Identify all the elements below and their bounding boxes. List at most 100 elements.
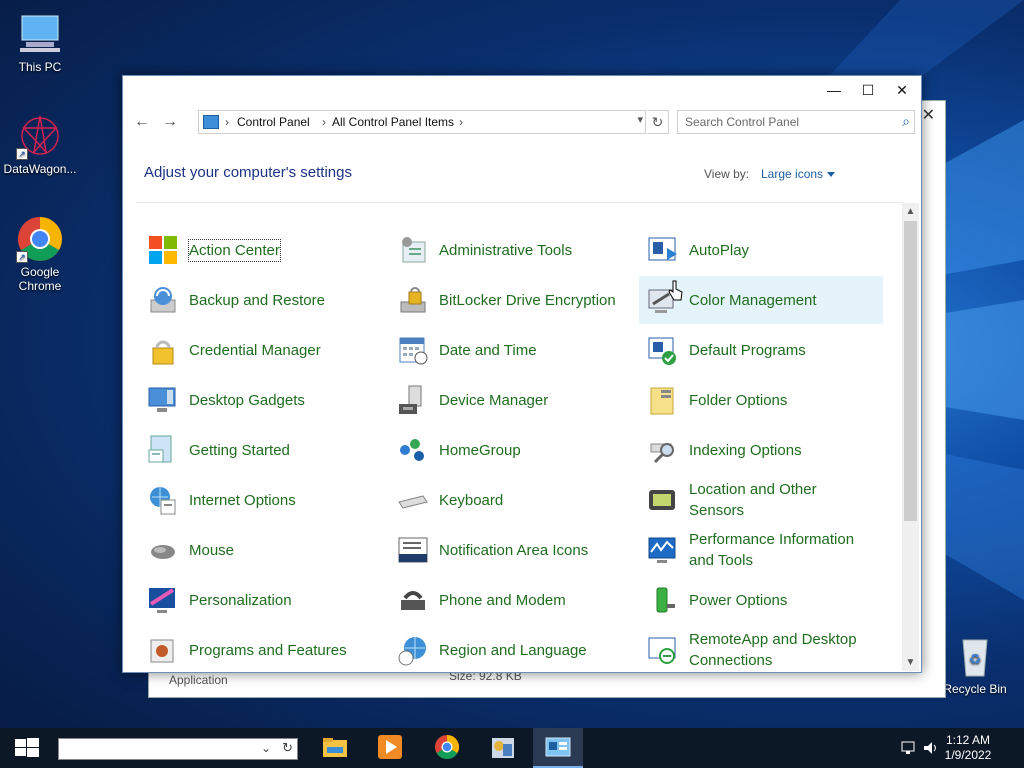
chrome-icon	[435, 735, 460, 760]
scroll-up-button[interactable]: ▲	[902, 203, 919, 220]
item-desktop-gadgets[interactable]: Desktop Gadgets	[139, 376, 383, 424]
view-by-value: Large icons	[761, 167, 824, 181]
item-default-programs[interactable]: Default Programs	[639, 326, 883, 374]
item-credential-manager[interactable]: Credential Manager	[139, 326, 383, 374]
item-backup-restore[interactable]: Backup and Restore	[139, 276, 383, 324]
item-personalization[interactable]: Personalization	[139, 576, 383, 624]
item-phone-modem[interactable]: Phone and Modem	[389, 576, 633, 624]
programs-features-icon	[147, 634, 179, 666]
item-administrative-tools[interactable]: Administrative Tools	[389, 226, 633, 274]
item-label: Internet Options	[189, 491, 296, 509]
app-type-text: Application	[169, 673, 228, 687]
control-panel-window[interactable]: — ☐ ✕ ← → › Control Panel › All Control …	[122, 75, 922, 673]
breadcrumb-all-items[interactable]: All Control Panel Items	[332, 115, 454, 129]
action-center-icon	[147, 234, 179, 266]
item-notification-area-icons[interactable]: Notification Area Icons	[389, 526, 633, 574]
item-location-sensors[interactable]: Location and Other Sensors	[639, 476, 883, 524]
vertical-scrollbar[interactable]: ▲ ▼	[902, 203, 919, 671]
item-keyboard[interactable]: Keyboard	[389, 476, 633, 524]
item-bitlocker[interactable]: BitLocker Drive Encryption	[389, 276, 633, 324]
item-performance[interactable]: Performance Information and Tools	[639, 526, 883, 574]
item-label: Action Center	[188, 238, 281, 262]
backup-restore-icon	[147, 284, 179, 316]
item-indexing-options[interactable]: Indexing Options	[639, 426, 883, 474]
network-icon[interactable]	[900, 740, 918, 756]
breadcrumb-control-panel[interactable]: Control Panel	[237, 115, 310, 129]
start-button[interactable]	[0, 728, 54, 768]
minimize-button[interactable]: —	[817, 76, 851, 104]
chevron-down-icon[interactable]: ▾	[637, 113, 643, 126]
media-player-icon	[378, 735, 402, 759]
item-label: Indexing Options	[689, 441, 802, 459]
windows-logo-icon	[15, 738, 39, 757]
chrome-icon: ↗	[16, 215, 64, 263]
taskbar-chrome[interactable]	[422, 728, 472, 768]
internet-options-icon	[147, 484, 179, 516]
search-input[interactable]: Search Control Panel ⌕	[677, 110, 915, 134]
taskbar-file-explorer[interactable]	[310, 728, 360, 768]
refresh-icon[interactable]: ↻	[282, 740, 293, 756]
autoplay-icon	[647, 234, 679, 266]
taskbar-app[interactable]	[478, 728, 528, 768]
item-programs-features[interactable]: Programs and Features	[139, 626, 383, 670]
taskbar-control-panel[interactable]	[533, 728, 583, 768]
item-label: Backup and Restore	[189, 291, 325, 309]
taskbar-search-input[interactable]: ⌄ ↻	[58, 738, 298, 760]
item-internet-options[interactable]: Internet Options	[139, 476, 383, 524]
close-button[interactable]: ✕	[885, 76, 919, 104]
datawagon-icon: ↗	[16, 112, 64, 160]
back-button[interactable]: ←	[131, 112, 153, 132]
item-action-center[interactable]: Action Center	[139, 226, 383, 274]
view-by-dropdown[interactable]: Large icons	[761, 167, 836, 181]
svg-text:♻: ♻	[969, 651, 982, 667]
item-label: Keyboard	[439, 491, 504, 509]
item-device-manager[interactable]: Device Manager	[389, 376, 633, 424]
item-label: Administrative Tools	[439, 241, 573, 259]
divider	[137, 202, 903, 203]
item-label: RemoteApp and Desktop Connections	[689, 631, 857, 669]
recycle-bin-icon: ♻	[951, 632, 999, 680]
address-bar[interactable]: › Control Panel › All Control Panel Item…	[198, 110, 646, 134]
item-mouse[interactable]: Mouse	[139, 526, 383, 574]
desktop-icon-recycle-bin[interactable]: ♻ Recycle Bin	[935, 632, 1015, 696]
desktop-icon-this-pc[interactable]: This PC	[0, 10, 80, 74]
item-label: Phone and Modem	[439, 591, 566, 609]
desktop-icon-datawagon[interactable]: ↗ DataWagon...	[0, 112, 80, 176]
clock-time: 1:12 AM	[945, 733, 991, 747]
refresh-button[interactable]: ↻	[647, 110, 669, 134]
scroll-down-button[interactable]: ▼	[902, 654, 919, 671]
title-bar[interactable]: — ☐ ✕	[123, 76, 921, 104]
device-manager-icon	[397, 384, 429, 416]
item-label: BitLocker Drive Encryption	[439, 291, 616, 309]
item-power-options[interactable]: Power Options	[639, 576, 883, 624]
item-label: Default Programs	[689, 341, 806, 359]
file-explorer-icon	[323, 738, 347, 757]
desktop-icon-label: This PC	[18, 60, 62, 74]
item-label: Power Options	[689, 591, 788, 609]
desktop-icon-google-chrome[interactable]: ↗ Google Chrome	[0, 215, 80, 293]
chevron-right-icon[interactable]: ›	[459, 115, 463, 129]
item-label: Region and Language	[439, 641, 587, 659]
item-remoteapp[interactable]: RemoteApp and Desktop Connections	[639, 626, 883, 670]
chevron-down-icon[interactable]: ⌄	[261, 741, 271, 755]
performance-icon	[647, 534, 679, 566]
maximize-button[interactable]: ☐	[851, 76, 885, 104]
item-getting-started[interactable]: Getting Started	[139, 426, 383, 474]
forward-button[interactable]: →	[159, 112, 181, 132]
item-homegroup[interactable]: HomeGroup	[389, 426, 633, 474]
search-icon[interactable]: ⌕	[902, 113, 910, 130]
phone-modem-icon	[397, 584, 429, 616]
desktop-gadgets-icon	[147, 384, 179, 416]
item-region-language[interactable]: Region and Language	[389, 626, 633, 670]
region-language-icon	[397, 634, 429, 666]
scrollbar-thumb[interactable]	[904, 221, 917, 521]
item-label: Personalization	[189, 591, 292, 609]
item-folder-options[interactable]: Folder Options	[639, 376, 883, 424]
taskbar-media-player[interactable]	[365, 728, 415, 768]
item-date-time[interactable]: Date and Time	[389, 326, 633, 374]
homegroup-icon	[397, 434, 429, 466]
item-autoplay[interactable]: AutoPlay	[639, 226, 883, 274]
clock[interactable]: 1:12 AM 1/9/2022	[938, 733, 998, 763]
item-label: Programs and Features	[189, 641, 347, 659]
close-icon[interactable]: ✕	[922, 105, 935, 125]
